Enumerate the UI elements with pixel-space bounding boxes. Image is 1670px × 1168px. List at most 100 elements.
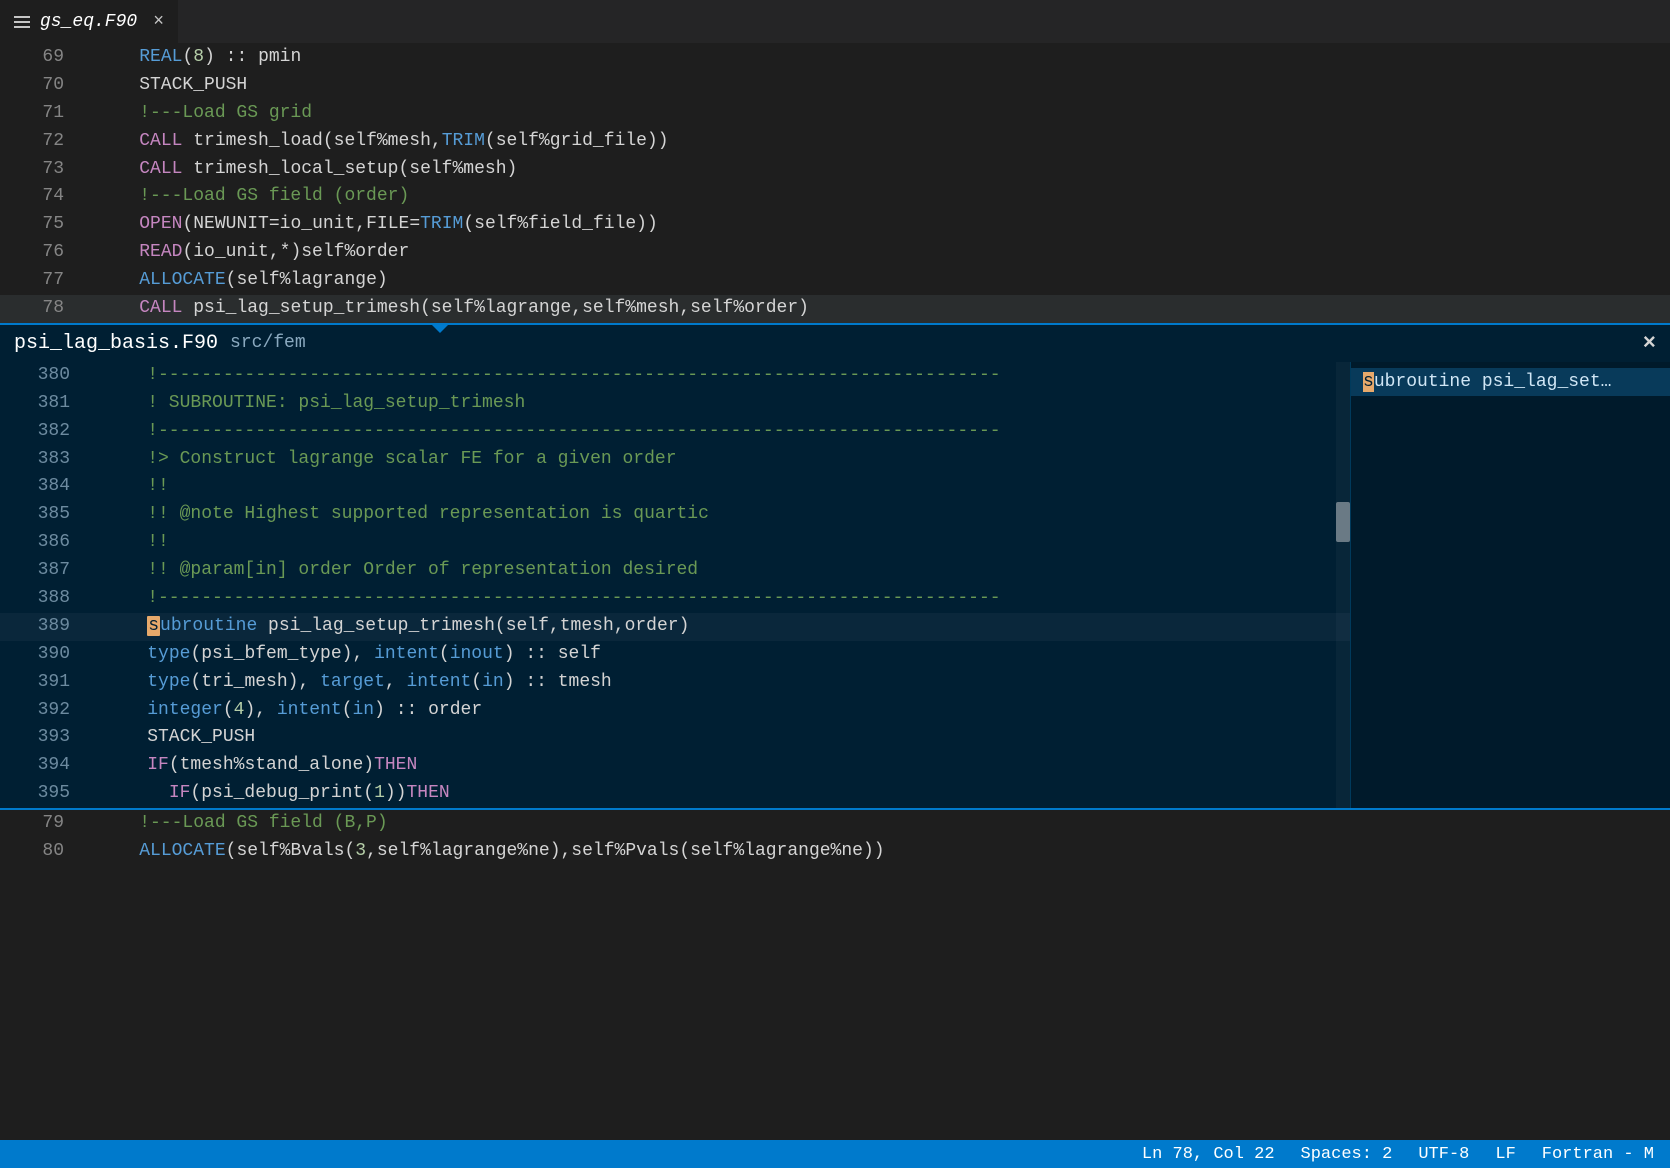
code-content[interactable]: OPEN(NEWUNIT=io_unit,FILE=TRIM(self%fiel… <box>84 211 1670 239</box>
line-number: 392 <box>0 697 92 725</box>
peek-code[interactable]: 380 !-----------------------------------… <box>0 362 1350 808</box>
peek-close-icon[interactable]: × <box>1643 331 1656 356</box>
code-content[interactable]: !! @param[in] order Order of representat… <box>92 557 1350 585</box>
code-line[interactable]: 381 ! SUBROUTINE: psi_lag_setup_trimesh <box>0 390 1350 418</box>
code-content[interactable]: type(psi_bfem_type), intent(inout) :: se… <box>92 641 1350 669</box>
code-line[interactable]: 76 READ(io_unit,*)self%order <box>0 239 1670 267</box>
status-encoding[interactable]: UTF-8 <box>1418 1145 1469 1164</box>
code-line[interactable]: 80 ALLOCATE(self%Bvals(3,self%lagrange%n… <box>0 838 1670 866</box>
code-line[interactable]: 382 !-----------------------------------… <box>0 418 1350 446</box>
line-number: 393 <box>0 724 92 752</box>
line-number: 394 <box>0 752 92 780</box>
code-line[interactable]: 79 !---Load GS field (B,P) <box>0 810 1670 838</box>
code-content[interactable]: !---Load GS field (B,P) <box>84 810 1670 838</box>
peek-references-list[interactable]: subroutine psi_lag_set… <box>1350 362 1670 808</box>
line-number: 384 <box>0 473 92 501</box>
code-line[interactable]: 73 CALL trimesh_local_setup(self%mesh) <box>0 156 1670 184</box>
line-number: 387 <box>0 557 92 585</box>
code-content[interactable]: !! <box>92 473 1350 501</box>
file-icon <box>14 16 30 28</box>
code-line[interactable]: 384 !! <box>0 473 1350 501</box>
status-language[interactable]: Fortran - M <box>1542 1145 1654 1164</box>
code-content[interactable]: CALL trimesh_load(self%mesh,TRIM(self%gr… <box>84 128 1670 156</box>
status-bar: Ln 78, Col 22 Spaces: 2 UTF-8 LF Fortran… <box>0 1140 1670 1168</box>
code-content[interactable]: integer(4), intent(in) :: order <box>92 697 1350 725</box>
line-number: 72 <box>0 128 84 156</box>
code-line[interactable]: 393 STACK_PUSH <box>0 724 1350 752</box>
code-content[interactable]: READ(io_unit,*)self%order <box>84 239 1670 267</box>
code-line[interactable]: 385 !! @note Highest supported represent… <box>0 501 1350 529</box>
code-content[interactable]: IF(tmesh%stand_alone)THEN <box>92 752 1350 780</box>
line-number: 390 <box>0 641 92 669</box>
peek-filename: psi_lag_basis.F90 <box>14 332 218 355</box>
code-content[interactable]: REAL(8) :: pmin <box>84 44 1670 72</box>
line-number: 70 <box>0 72 84 100</box>
code-content[interactable]: !! <box>92 529 1350 557</box>
code-line[interactable]: 380 !-----------------------------------… <box>0 362 1350 390</box>
peek-view: psi_lag_basis.F90 src/fem × 380 !-------… <box>0 323 1670 810</box>
scrollbar-thumb[interactable] <box>1336 502 1350 542</box>
code-content[interactable]: STACK_PUSH <box>84 72 1670 100</box>
line-number: 75 <box>0 211 84 239</box>
status-position[interactable]: Ln 78, Col 22 <box>1142 1145 1275 1164</box>
code-content[interactable]: !! @note Highest supported representatio… <box>92 501 1350 529</box>
code-content[interactable]: STACK_PUSH <box>92 724 1350 752</box>
code-line[interactable]: 392 integer(4), intent(in) :: order <box>0 697 1350 725</box>
code-content[interactable]: ALLOCATE(self%Bvals(3,self%lagrange%ne),… <box>84 838 1670 866</box>
code-content[interactable]: ALLOCATE(self%lagrange) <box>84 267 1670 295</box>
line-number: 77 <box>0 267 84 295</box>
code-content[interactable]: CALL trimesh_local_setup(self%mesh) <box>84 156 1670 184</box>
peek-reference-item[interactable]: subroutine psi_lag_set… <box>1351 368 1670 396</box>
peek-body: 380 !-----------------------------------… <box>0 362 1670 808</box>
code-line[interactable]: 72 CALL trimesh_load(self%mesh,TRIM(self… <box>0 128 1670 156</box>
line-number: 381 <box>0 390 92 418</box>
match-highlight: s <box>1363 372 1374 392</box>
code-line[interactable]: 391 type(tri_mesh), target, intent(in) :… <box>0 669 1350 697</box>
code-content[interactable]: CALL psi_lag_setup_trimesh(self%lagrange… <box>84 295 1670 323</box>
editor-main-continued[interactable]: 79 !---Load GS field (B,P)80 ALLOCATE(se… <box>0 810 1670 866</box>
code-line[interactable]: 71 !---Load GS grid <box>0 100 1670 128</box>
line-number: 383 <box>0 446 92 474</box>
code-line[interactable]: 390 type(psi_bfem_type), intent(inout) :… <box>0 641 1350 669</box>
status-spaces[interactable]: Spaces: 2 <box>1301 1145 1393 1164</box>
line-number: 391 <box>0 669 92 697</box>
code-line[interactable]: 389 subroutine psi_lag_setup_trimesh(sel… <box>0 613 1350 641</box>
code-line[interactable]: 75 OPEN(NEWUNIT=io_unit,FILE=TRIM(self%f… <box>0 211 1670 239</box>
code-content[interactable]: !---------------------------------------… <box>92 585 1350 613</box>
line-number: 388 <box>0 585 92 613</box>
code-content[interactable]: !---------------------------------------… <box>92 362 1350 390</box>
code-line[interactable]: 69 REAL(8) :: pmin <box>0 44 1670 72</box>
code-line[interactable]: 78 CALL psi_lag_setup_trimesh(self%lagra… <box>0 295 1670 323</box>
line-number: 73 <box>0 156 84 184</box>
line-number: 69 <box>0 44 84 72</box>
tab-gs-eq[interactable]: gs_eq.F90 × <box>0 0 179 43</box>
code-line[interactable]: 387 !! @param[in] order Order of represe… <box>0 557 1350 585</box>
code-content[interactable]: !> Construct lagrange scalar FE for a gi… <box>92 446 1350 474</box>
status-eol[interactable]: LF <box>1495 1145 1515 1164</box>
code-content[interactable]: !---Load GS field (order) <box>84 183 1670 211</box>
code-content[interactable]: type(tri_mesh), target, intent(in) :: tm… <box>92 669 1350 697</box>
line-number: 71 <box>0 100 84 128</box>
code-line[interactable]: 74 !---Load GS field (order) <box>0 183 1670 211</box>
line-number: 78 <box>0 295 84 323</box>
tab-bar: gs_eq.F90 × <box>0 0 1670 44</box>
code-content[interactable]: !---Load GS grid <box>84 100 1670 128</box>
code-content[interactable]: !---------------------------------------… <box>92 418 1350 446</box>
code-content[interactable]: ! SUBROUTINE: psi_lag_setup_trimesh <box>92 390 1350 418</box>
code-line[interactable]: 395 IF(psi_debug_print(1))THEN <box>0 780 1350 808</box>
line-number: 385 <box>0 501 92 529</box>
line-number: 382 <box>0 418 92 446</box>
tab-filename: gs_eq.F90 <box>40 12 137 32</box>
code-content[interactable]: subroutine psi_lag_setup_trimesh(self,tm… <box>92 613 1350 641</box>
editor-main[interactable]: 69 REAL(8) :: pmin70 STACK_PUSH71 !---Lo… <box>0 44 1670 323</box>
code-line[interactable]: 386 !! <box>0 529 1350 557</box>
code-line[interactable]: 77 ALLOCATE(self%lagrange) <box>0 267 1670 295</box>
code-line[interactable]: 394 IF(tmesh%stand_alone)THEN <box>0 752 1350 780</box>
line-number: 386 <box>0 529 92 557</box>
code-line[interactable]: 70 STACK_PUSH <box>0 72 1670 100</box>
close-icon[interactable]: × <box>153 12 164 32</box>
code-content[interactable]: IF(psi_debug_print(1))THEN <box>92 780 1350 808</box>
scrollbar-track[interactable] <box>1336 362 1350 808</box>
code-line[interactable]: 388 !-----------------------------------… <box>0 585 1350 613</box>
code-line[interactable]: 383 !> Construct lagrange scalar FE for … <box>0 446 1350 474</box>
